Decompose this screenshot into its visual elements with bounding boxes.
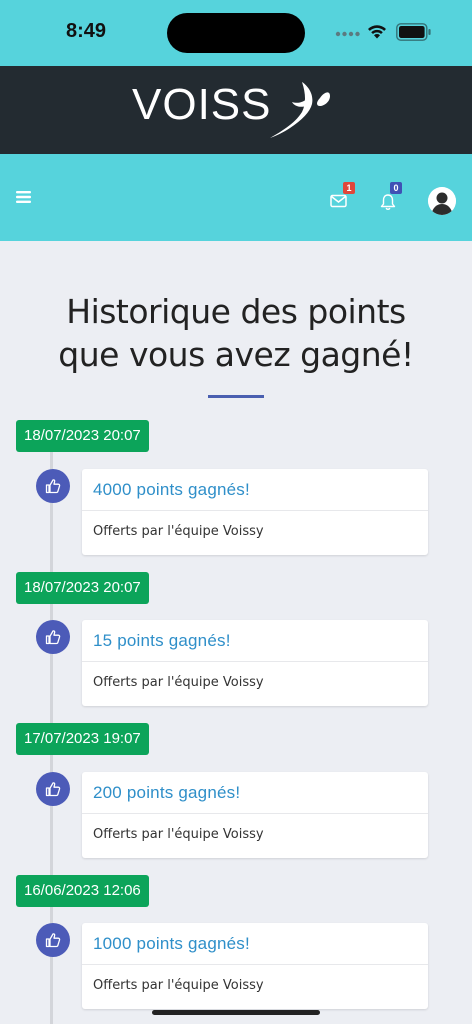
thumbs-up-badge	[36, 469, 70, 503]
points-earned: 4000 points gagnés!	[93, 480, 250, 499]
page-title-line1: Historique des points	[66, 292, 406, 331]
voissy-logo[interactable]: VOISS	[132, 78, 332, 140]
mail-icon	[330, 194, 347, 208]
thumbs-up-icon	[45, 782, 61, 797]
messages-button[interactable]: 1	[330, 182, 355, 210]
user-avatar[interactable]	[428, 187, 456, 215]
points-earned: 200 points gagnés!	[93, 783, 241, 802]
battery-icon	[396, 23, 431, 41]
notifications-button[interactable]: 0	[379, 182, 402, 210]
signal-dots-icon	[335, 31, 360, 37]
points-source: Offerts par l'équipe Voissy	[93, 978, 264, 993]
points-source: Offerts par l'équipe Voissy	[93, 675, 264, 690]
points-entry-card: 200 points gagnés! Offerts par l'équipe …	[82, 772, 428, 858]
card-divider	[82, 510, 428, 511]
logo-wordmark: VOISS	[132, 80, 272, 129]
user-silhouette-icon	[428, 187, 456, 215]
title-underline	[208, 395, 264, 398]
timeline-date-badge: 18/07/2023 20:07	[16, 420, 149, 452]
mail-badge: 1	[343, 182, 355, 194]
home-indicator[interactable]	[152, 1010, 320, 1015]
brand-header: VOISS	[0, 66, 472, 154]
card-divider	[82, 813, 428, 814]
thumbs-up-badge	[36, 620, 70, 654]
bell-icon	[380, 194, 396, 210]
card-divider	[82, 964, 428, 965]
thumbs-up-badge	[36, 923, 70, 957]
page-title-line2: que vous avez gagné!	[58, 335, 414, 374]
page-title: Historique des points que vous avez gagn…	[0, 290, 472, 376]
points-entry-card: 15 points gagnés! Offerts par l'équipe V…	[82, 620, 428, 706]
points-earned: 1000 points gagnés!	[93, 934, 250, 953]
points-earned: 15 points gagnés!	[93, 631, 231, 650]
points-source: Offerts par l'équipe Voissy	[93, 524, 264, 539]
wifi-icon	[368, 25, 386, 39]
timeline-date-badge: 16/06/2023 12:06	[16, 875, 149, 907]
points-entry-card: 1000 points gagnés! Offerts par l'équipe…	[82, 923, 428, 1009]
timeline-date-badge: 17/07/2023 19:07	[16, 723, 149, 755]
hamburger-menu-icon[interactable]	[16, 190, 31, 204]
thumbs-up-icon	[45, 479, 61, 494]
timeline-date-badge: 18/07/2023 20:07	[16, 572, 149, 604]
points-history-screen: 8:49 VOISS 1 0 Historique des points que…	[0, 0, 472, 1024]
thumbs-up-icon	[45, 933, 61, 948]
dynamic-island	[167, 13, 305, 53]
status-bar: 8:49	[0, 0, 472, 66]
thumbs-up-icon	[45, 630, 61, 645]
status-time: 8:49	[66, 20, 107, 42]
points-source: Offerts par l'équipe Voissy	[93, 827, 264, 842]
card-divider	[82, 661, 428, 662]
logo-swoosh-icon	[270, 82, 330, 138]
thumbs-up-badge	[36, 772, 70, 806]
points-entry-card: 4000 points gagnés! Offerts par l'équipe…	[82, 469, 428, 555]
notifications-badge: 0	[390, 182, 402, 194]
nav-bar: 1 0	[0, 154, 472, 241]
